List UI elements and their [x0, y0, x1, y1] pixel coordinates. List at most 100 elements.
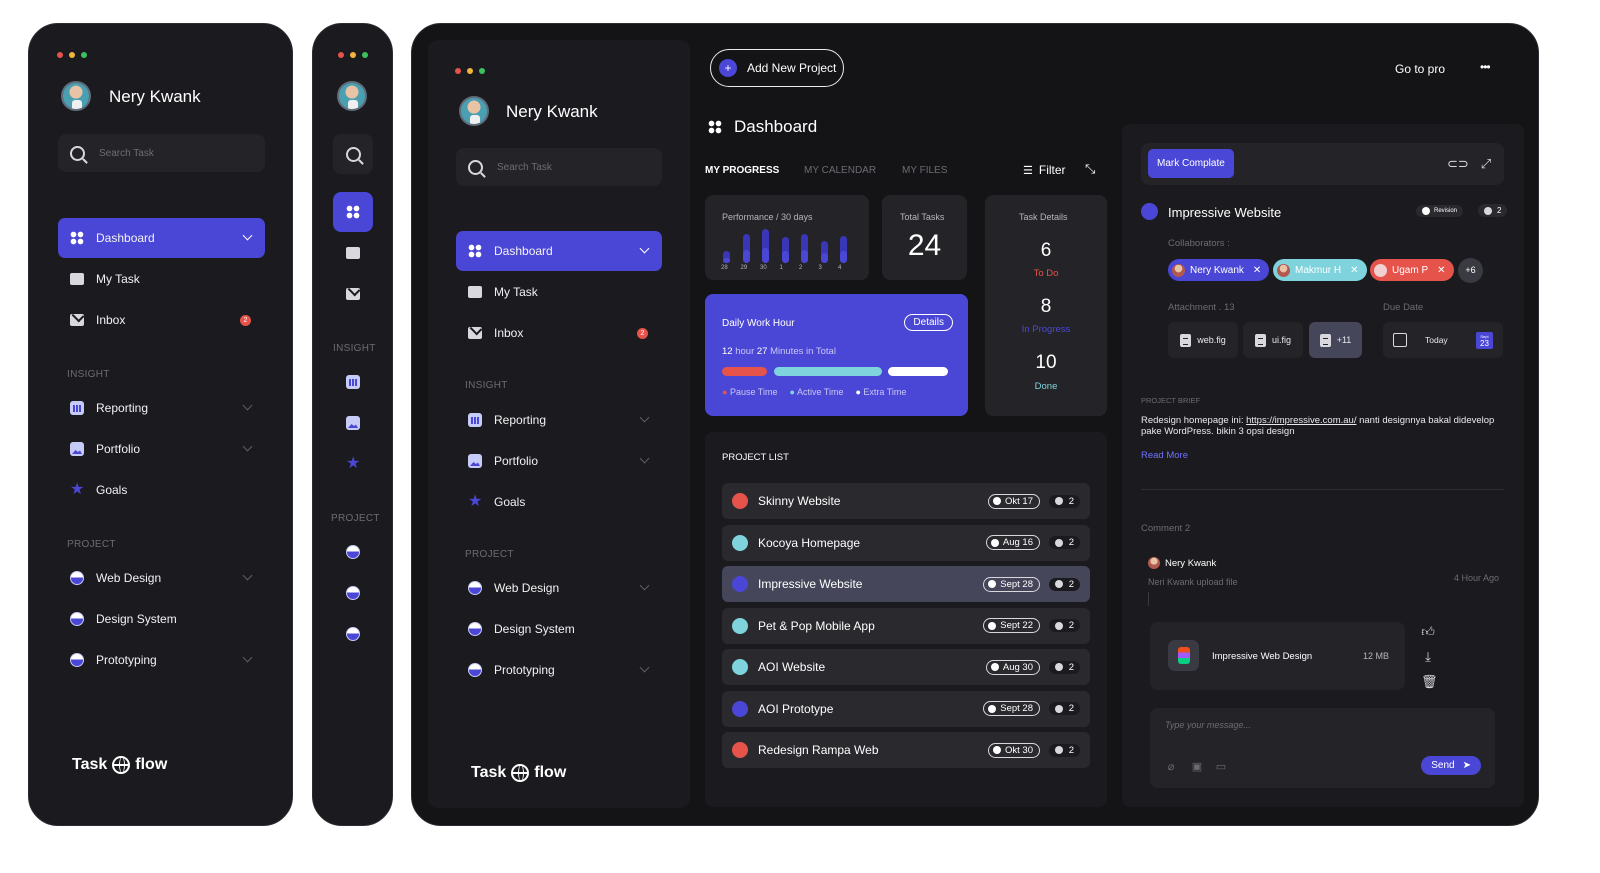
nav-web-design-mini[interactable] [333, 532, 373, 572]
add-new-project-button[interactable]: + Add New Project [710, 49, 844, 87]
sidebar-item-web-design[interactable]: Web Design [58, 558, 265, 598]
sidebar-item-dashboard[interactable]: Dashboard [456, 231, 662, 271]
chevron-down-icon[interactable] [639, 243, 650, 254]
chevron-down-icon[interactable] [242, 400, 253, 411]
performance-days: 28 29 30 1 2 3 4 [717, 265, 857, 275]
video-icon[interactable]: ▭ [1214, 760, 1228, 774]
sidebar-item-goals[interactable]: ★ Goals [58, 470, 265, 510]
sidebar-item-label: Goals [494, 495, 526, 509]
chevron-down-icon[interactable] [242, 652, 253, 663]
legend-active: ● Active Time [789, 387, 844, 397]
sidebar-item-design-system[interactable]: Design System [456, 609, 662, 649]
sidebar-item-dashboard[interactable]: Dashboard [58, 218, 265, 258]
performance-day-label: 1 [779, 265, 783, 271]
search-button[interactable] [333, 134, 373, 174]
project-row[interactable]: Impressive Website Sept 28 2 [722, 566, 1090, 602]
sidebar-item-reporting[interactable]: Reporting [58, 388, 265, 428]
thumbs-up-icon[interactable]: 👍︎ [1421, 625, 1435, 639]
nav-mytask-mini[interactable] [333, 233, 373, 273]
chevron-down-icon[interactable] [639, 453, 650, 464]
close-icon[interactable]: ✕ [1437, 265, 1445, 276]
nav-reporting-mini[interactable] [333, 362, 373, 402]
sidebar-item-inbox[interactable]: Inbox 2 [58, 300, 265, 340]
performance-day-label: 28 [721, 265, 728, 271]
project-icon [468, 622, 482, 636]
sidebar-item-web-design[interactable]: Web Design [456, 568, 662, 608]
nav-goals-mini[interactable]: ★ [333, 444, 373, 484]
collaborator-chip[interactable]: Ugam P ✕ [1370, 259, 1454, 281]
chevron-down-icon[interactable] [639, 412, 650, 423]
chevron-down-icon[interactable] [639, 662, 650, 673]
project-row[interactable]: Pet & Pop Mobile App Sept 22 2 [722, 607, 1090, 644]
project-color-dot [732, 617, 748, 634]
sidebar-item-reporting[interactable]: Reporting [456, 400, 662, 440]
attach-icon[interactable]: ⌀ [1164, 760, 1178, 774]
tab-my-progress[interactable]: MY PROGRESS [705, 165, 779, 176]
search-input[interactable]: Search Task [58, 134, 265, 172]
nav-prototyping-mini[interactable] [333, 614, 373, 654]
nav-dashboard-mini[interactable] [333, 192, 373, 232]
nav-inbox-mini[interactable] [333, 274, 373, 314]
attachment-file[interactable]: ui.fig [1243, 322, 1303, 358]
collaborator-chip[interactable]: Makmur H ✕ [1273, 259, 1367, 281]
read-more-link[interactable]: Read More [1141, 450, 1188, 461]
nav-portfolio-mini[interactable] [333, 403, 373, 443]
project-row[interactable]: Redesign Rampa Web Okt 30 2 [722, 732, 1090, 768]
more-collaborators[interactable]: +6 [1458, 258, 1483, 283]
sidebar-item-portfolio[interactable]: Portfolio [456, 441, 662, 481]
brief-link[interactable]: https://impressive.com.au/ [1246, 415, 1356, 426]
collapse-icon[interactable]: ⤡ [1085, 161, 1095, 177]
todo-label: To Do [1033, 268, 1059, 279]
details-button[interactable]: Details [904, 314, 953, 331]
project-row[interactable]: Skinny Website Okt 17 2 [722, 483, 1090, 519]
file-icon [1180, 333, 1192, 347]
tab-my-calendar[interactable]: MY CALENDAR [804, 165, 876, 176]
project-row[interactable]: AOI Prototype Sept 28 2 [722, 690, 1090, 727]
project-icon [468, 581, 482, 595]
due-date-field[interactable]: Today Sept 23 [1383, 322, 1503, 358]
attachment-file[interactable]: web.fig [1168, 322, 1238, 358]
sidebar-item-label: Reporting [494, 413, 547, 427]
sidebar-item-inbox[interactable]: Inbox 2 [456, 313, 662, 353]
close-icon[interactable]: ✕ [1253, 265, 1261, 276]
project-row[interactable]: Kocoya Homepage Aug 16 2 [722, 524, 1090, 561]
go-to-pro-link[interactable]: Go to pro [1395, 62, 1445, 76]
chevron-down-icon[interactable] [242, 441, 253, 452]
search-input[interactable]: Search Task [456, 148, 662, 186]
chevron-down-icon[interactable] [242, 570, 253, 581]
sidebar-item-prototyping[interactable]: Prototyping [456, 650, 662, 690]
filter-button[interactable]: ☰ Filter [1023, 163, 1066, 177]
work-hour-total: 12 hour 27 Minutes in Total [722, 346, 836, 357]
sidebar-item-goals[interactable]: ★ Goals [456, 482, 662, 522]
globe-icon [112, 756, 131, 774]
sidebar-item-portfolio[interactable]: Portfolio [58, 429, 265, 469]
nav-design-system-mini[interactable] [333, 573, 373, 613]
expand-icon[interactable]: ⤢ [1479, 157, 1493, 171]
send-button[interactable]: Send ➤ [1421, 756, 1481, 775]
total-tasks-card: Total Tasks 24 [882, 195, 967, 280]
project-row[interactable]: AOI Website Aug 30 2 [722, 649, 1090, 685]
chevron-down-icon[interactable] [639, 580, 650, 591]
mark-complete-button[interactable]: Mark Complate [1148, 149, 1234, 178]
sidebar-item-prototyping[interactable]: Prototyping [58, 640, 265, 680]
avatar[interactable] [337, 81, 367, 111]
comment-file-card[interactable]: Impressive Web Design 12 MB [1150, 622, 1405, 690]
sidebar-item-mytask[interactable]: My Task [456, 272, 662, 312]
avatar[interactable] [61, 81, 91, 111]
close-icon[interactable]: ✕ [1350, 265, 1358, 276]
image-icon[interactable]: ▣ [1190, 760, 1204, 774]
download-icon[interactable]: ⤓ [1421, 650, 1435, 664]
link-icon[interactable]: ⊂⊃ [1447, 157, 1469, 171]
sidebar-item-design-system[interactable]: Design System [58, 599, 265, 639]
attachment-more[interactable]: +11 [1309, 322, 1362, 358]
sidebar-item-label: My Task [96, 272, 140, 286]
divider [1141, 489, 1504, 490]
more-menu-icon[interactable]: ••• [1480, 60, 1491, 74]
sidebar-item-mytask[interactable]: My Task [58, 259, 265, 299]
tab-my-files[interactable]: MY FILES [902, 165, 947, 176]
chevron-down-icon[interactable] [242, 230, 253, 241]
collaborator-chip[interactable]: Nery Kwank ✕ [1168, 259, 1270, 281]
message-input[interactable]: Type your message... [1165, 720, 1251, 730]
avatar[interactable] [459, 96, 489, 126]
trash-icon[interactable]: 🗑︎ [1421, 675, 1438, 689]
